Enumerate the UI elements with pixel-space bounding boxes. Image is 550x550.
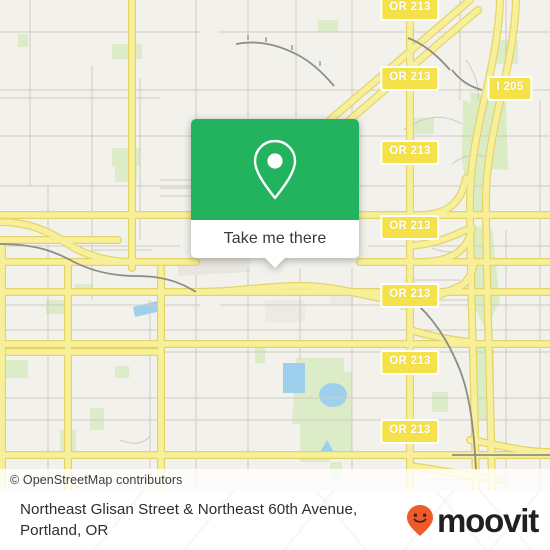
moovit-pin-icon: [407, 505, 434, 536]
footer-content: Northeast Glisan Street & Northeast 60th…: [0, 491, 550, 550]
footer-bar: Northeast Glisan Street & Northeast 60th…: [0, 491, 550, 550]
map-screenshot: OR 213 OR 213 I 205 OR 213 OR 213 OR 213 OR 21…: [0, 0, 550, 550]
callout-body: Take me there: [191, 119, 359, 258]
route-shield: I 205: [487, 76, 533, 101]
callout-action-area[interactable]: Take me there: [191, 220, 359, 258]
route-shield: OR 213: [380, 283, 440, 308]
location-callout-card[interactable]: Take me there: [191, 119, 359, 268]
callout-icon-area: [191, 119, 359, 220]
route-shield: OR 213: [380, 140, 440, 165]
route-shield: OR 213: [380, 0, 440, 21]
route-shield: OR 213: [380, 215, 440, 240]
attribution-text: © OpenStreetMap contributors: [10, 473, 183, 487]
moovit-logo[interactable]: moovit: [405, 502, 539, 539]
route-shield: OR 213: [380, 66, 440, 91]
map-pin-icon: [253, 139, 297, 199]
map-canvas[interactable]: OR 213 OR 213 I 205 OR 213 OR 213 OR 213 OR 21…: [0, 0, 550, 491]
route-shield: OR 213: [380, 350, 440, 375]
take-me-there-label: Take me there: [223, 230, 327, 247]
map-attribution-bar: © OpenStreetMap contributors: [0, 469, 550, 491]
callout-tail: [264, 257, 286, 268]
route-shield: OR 213: [380, 419, 440, 444]
moovit-wordmark: moovit: [437, 502, 539, 539]
location-title: Northeast Glisan Street & Northeast 60th…: [20, 501, 358, 539]
